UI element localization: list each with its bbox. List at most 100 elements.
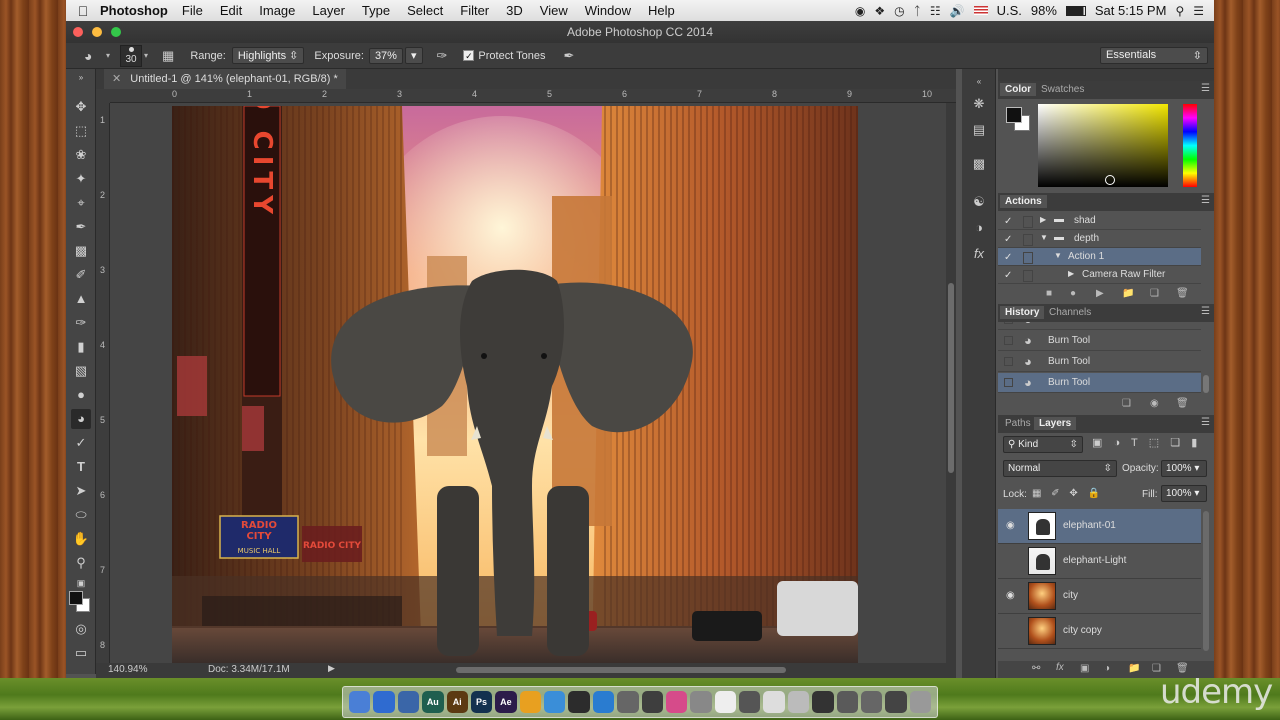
move-tool-icon[interactable]: ✥: [71, 97, 91, 117]
lasso-tool-icon[interactable]: ❀: [71, 145, 91, 165]
menu-3d[interactable]: 3D: [506, 3, 523, 18]
layer-visibility-eye-icon[interactable]: ◉: [1006, 520, 1018, 532]
dock-app-icon[interactable]: Ps: [470, 691, 493, 713]
adjustments-icon[interactable]: ❋: [970, 95, 988, 113]
shape-tool-icon[interactable]: ⬭: [71, 505, 91, 525]
link-layers-icon[interactable]: ⚯: [1032, 663, 1040, 674]
menu-filter[interactable]: Filter: [460, 3, 489, 18]
panels-collapse-bar[interactable]: [998, 69, 1214, 81]
tab-layers[interactable]: Layers: [1034, 417, 1077, 430]
action-dialog-toggle[interactable]: [1023, 252, 1033, 264]
color-panel-menu-icon[interactable]: ☰: [1201, 83, 1210, 94]
opacity-field[interactable]: 100% ▾: [1161, 460, 1207, 477]
default-colors-icon[interactable]: ▣: [71, 573, 91, 593]
blur-tool-icon[interactable]: ●: [71, 385, 91, 405]
layer-row[interactable]: ◉ city: [998, 579, 1201, 614]
dock-app-icon[interactable]: [519, 691, 541, 713]
filter-smart-object-icon[interactable]: ❏: [1170, 437, 1180, 449]
dock-app-icon[interactable]: [592, 691, 615, 713]
apple-icon[interactable]: : [66, 3, 100, 19]
play-action-icon[interactable]: ▶: [1096, 288, 1104, 299]
gradient-tool-icon[interactable]: ▧: [71, 361, 91, 381]
action-dialog-toggle[interactable]: [1023, 270, 1033, 282]
action-toggle-check[interactable]: ✓: [1004, 216, 1012, 227]
layer-thumbnail[interactable]: [1028, 547, 1056, 575]
layer-visibility-eye-icon[interactable]: [1006, 555, 1018, 567]
pen-tool-icon[interactable]: ✓: [71, 433, 91, 453]
spotlight-icon[interactable]: ⚲: [1175, 4, 1184, 18]
brush-chevron-icon[interactable]: ▾: [144, 51, 148, 60]
delete-state-icon[interactable]: 🗑: [1176, 398, 1189, 409]
bluetooth-icon[interactable]: ᛏ: [914, 4, 921, 18]
tab-swatches[interactable]: Swatches: [1036, 83, 1089, 96]
layers-scrollbar[interactable]: [1203, 511, 1209, 651]
history-brush-source-box[interactable]: [1004, 357, 1013, 366]
time-machine-icon[interactable]: ◷: [894, 4, 904, 18]
history-state-row[interactable]: ◕ Burn Tool: [998, 352, 1201, 372]
dock-app-icon[interactable]: Ae: [495, 691, 517, 713]
history-state-row[interactable]: ◕ Burn Tool: [998, 331, 1201, 351]
adjustment-layer-icon[interactable]: ◑: [1104, 663, 1110, 674]
action-row[interactable]: ✓ ▶ Camera Raw Filter: [998, 266, 1201, 284]
eraser-tool-icon[interactable]: ▮: [71, 337, 91, 357]
layer-name[interactable]: city copy: [1063, 625, 1102, 636]
vertical-scrollbar[interactable]: [946, 103, 956, 663]
dock-app-icon[interactable]: [373, 691, 395, 713]
snapshot-icon[interactable]: ◉: [1150, 398, 1159, 409]
new-group-icon[interactable]: 📁: [1128, 663, 1140, 674]
dock-app-icon[interactable]: Au: [422, 691, 444, 713]
document-tab[interactable]: ✕ Untitled-1 @ 141% (elephant-01, RGB/8)…: [104, 69, 346, 89]
lock-image-icon[interactable]: ✐: [1051, 488, 1059, 499]
styles-icon[interactable]: ◑: [970, 219, 988, 237]
eyedropper-tool-icon[interactable]: ✒: [71, 217, 91, 237]
layer-name[interactable]: city: [1063, 590, 1078, 601]
layer-visibility-eye-icon[interactable]: ◉: [1006, 590, 1018, 602]
expand-triangle-icon[interactable]: ▼: [1040, 233, 1048, 242]
hue-slider[interactable]: [1183, 104, 1197, 187]
filter-type-icon[interactable]: T: [1131, 437, 1138, 449]
lock-position-icon[interactable]: ✥: [1069, 488, 1077, 499]
hand-tool-icon[interactable]: ✋: [71, 529, 91, 549]
lock-transparent-icon[interactable]: ▦: [1032, 488, 1041, 499]
blend-mode-select[interactable]: Normal ⇳: [1003, 460, 1117, 477]
pressure-icon[interactable]: ✒: [563, 48, 574, 64]
type-tool-icon[interactable]: T: [71, 457, 91, 477]
layers-panel-menu-icon[interactable]: ☰: [1201, 417, 1210, 428]
dock-app-icon[interactable]: [617, 691, 639, 713]
action-toggle-check[interactable]: ✓: [1004, 252, 1012, 263]
magic-wand-tool-icon[interactable]: ✦: [71, 169, 91, 189]
tab-paths[interactable]: Paths: [1000, 417, 1036, 430]
preset-chevron-icon[interactable]: ▾: [106, 51, 110, 60]
volume-icon[interactable]: 🔊: [950, 4, 965, 18]
dock-app-icon[interactable]: [860, 691, 883, 713]
color-spectrum[interactable]: [1038, 104, 1168, 187]
filter-adjustment-icon[interactable]: ◑: [1113, 437, 1120, 449]
menu-file[interactable]: File: [182, 3, 203, 18]
document-image[interactable]: RADIO CITY RADIO CITY MUSIC HALL RADIO C…: [172, 106, 858, 663]
cc-libraries-icon[interactable]: ☯: [970, 193, 988, 211]
filter-toggle-icon[interactable]: ▮: [1191, 437, 1197, 449]
range-select[interactable]: Highlights ⇳: [231, 47, 305, 64]
notification-icon[interactable]: ☰: [1193, 4, 1204, 18]
layer-name[interactable]: elephant-Light: [1063, 555, 1126, 566]
app-menu[interactable]: Photoshop: [100, 3, 168, 18]
new-set-icon[interactable]: 📁: [1122, 288, 1134, 299]
expand-triangle-icon[interactable]: ▶: [1040, 215, 1046, 224]
dock-app-icon[interactable]: [836, 691, 858, 713]
flag-icon[interactable]: [973, 6, 988, 15]
tab-color[interactable]: Color: [1000, 83, 1037, 96]
history-brush-source-box[interactable]: [1004, 336, 1013, 345]
layer-style-icon[interactable]: fx: [1056, 662, 1064, 673]
protect-tones-checkbox[interactable]: ✓: [463, 50, 475, 61]
burn-tool-preset-icon[interactable]: ◕: [84, 48, 106, 64]
exposure-chevron-icon[interactable]: ▾: [404, 47, 423, 64]
layer-mask-icon[interactable]: ▣: [1080, 663, 1089, 674]
menu-image[interactable]: Image: [259, 3, 295, 18]
minimize-button[interactable]: [92, 27, 102, 37]
dock-app-icon[interactable]: [397, 691, 420, 713]
filter-shape-icon[interactable]: ⬚: [1149, 437, 1159, 449]
dock-app-icon[interactable]: Ai: [446, 691, 468, 713]
lock-all-icon[interactable]: 🔒: [1088, 488, 1100, 499]
dock-app-icon[interactable]: [568, 691, 590, 713]
delete-layer-icon[interactable]: 🗑: [1176, 663, 1189, 674]
